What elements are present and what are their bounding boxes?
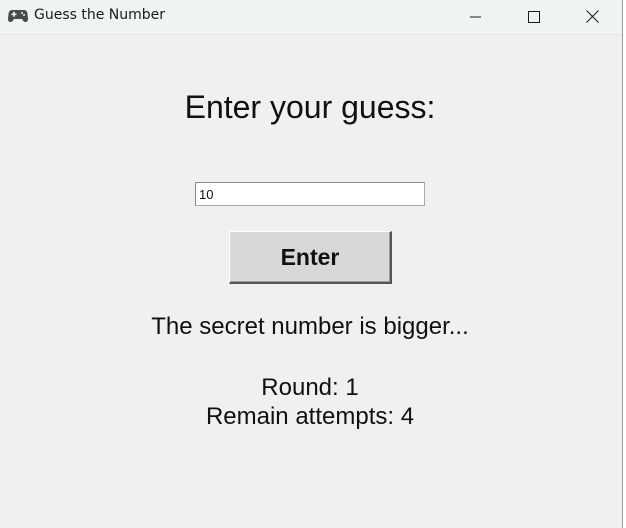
prompt-heading: Enter your guess:	[184, 89, 436, 125]
window-title: Guess the Number	[34, 7, 166, 23]
gamepad-icon	[8, 8, 28, 23]
maximize-button[interactable]	[505, 0, 563, 33]
remaining-attempts-label: Remain attempts: 4	[205, 403, 415, 430]
feedback-message: The secret number is bigger...	[151, 313, 469, 340]
maximize-icon	[528, 10, 540, 23]
guess-input[interactable]	[195, 182, 425, 206]
minimize-icon	[470, 16, 481, 17]
title-bar[interactable]: Guess the Number	[0, 0, 622, 35]
minimize-button[interactable]	[447, 0, 505, 33]
close-icon	[585, 10, 599, 23]
round-label: Round: 1	[261, 374, 359, 401]
enter-button[interactable]: Enter	[229, 231, 392, 284]
app-window: Guess the Number Enter your guess: Enter…	[0, 0, 623, 528]
close-button[interactable]	[563, 0, 621, 33]
